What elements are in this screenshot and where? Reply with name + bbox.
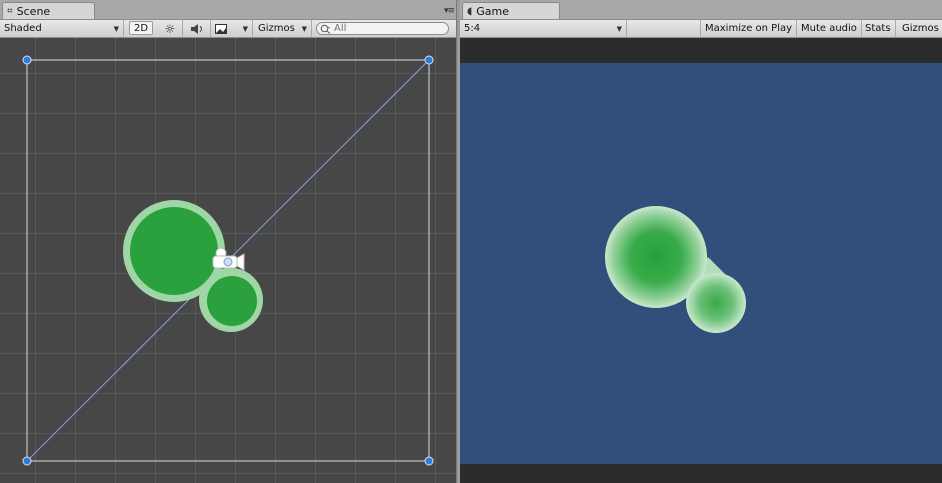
game-pacman-icon: ◖ <box>467 5 473 17</box>
speaker-icon <box>190 23 202 34</box>
mute-audio-label: Mute audio <box>801 23 857 34</box>
tab-scene[interactable]: ⌗ Scene <box>2 2 95 19</box>
lighting-toggle[interactable]: ☼ <box>158 20 183 37</box>
scene-search-box[interactable] <box>316 22 449 35</box>
scene-panel: ⌗ Scene ▾≡ Shaded ▼ 2D ☼ ▼ Gizmos ▼ <box>0 0 456 483</box>
rect-handle-top-left[interactable] <box>22 55 32 65</box>
blob-small-core <box>207 276 257 326</box>
game-render-area <box>460 63 942 464</box>
camera-gizmo-icon[interactable] <box>212 247 245 271</box>
tab-game-label: Game <box>476 4 510 18</box>
game-gizmos-label: Gizmos <box>902 23 939 34</box>
scene-tabbar: ⌗ Scene ▾≡ <box>0 0 456 20</box>
image-icon <box>215 23 227 34</box>
scene-viewport[interactable] <box>0 38 456 483</box>
panel-menu-icon[interactable]: ▾≡ <box>444 6 455 16</box>
scene-gizmos-label: Gizmos <box>258 23 295 34</box>
audio-toggle[interactable] <box>183 20 211 37</box>
scene-gizmos-dropdown[interactable]: Gizmos ▼ <box>254 20 312 37</box>
dropdown-arrow-icon: ▼ <box>616 24 622 33</box>
aspect-dropdown[interactable]: 5:4 ▼ <box>460 20 627 37</box>
tab-scene-label: Scene <box>16 4 51 18</box>
game-gizmos-button[interactable]: Gizmos <box>898 20 942 37</box>
game-viewport[interactable] <box>460 38 942 483</box>
aspect-value: 5:4 <box>464 23 481 34</box>
dropdown-arrow-icon: ▼ <box>113 24 119 33</box>
game-tabbar: ◖ Game <box>460 0 942 20</box>
stats-label: Stats <box>865 23 891 34</box>
shading-mode-dropdown[interactable]: Shaded ▼ <box>0 20 124 37</box>
maximize-on-play-button[interactable]: Maximize on Play <box>700 20 798 37</box>
mode-2d-button[interactable]: 2D <box>129 21 154 35</box>
stats-button[interactable]: Stats <box>861 20 896 37</box>
game-toolbar: 5:4 ▼ Maximize on Play Mute audio Stats … <box>460 20 942 38</box>
scene-search-input[interactable] <box>334 23 434 34</box>
rect-handle-top-right[interactable] <box>424 55 434 65</box>
mode-2d-label: 2D <box>134 22 149 34</box>
search-icon <box>320 24 331 34</box>
rect-handle-bottom-right[interactable] <box>424 456 434 466</box>
sun-icon: ☼ <box>164 21 176 36</box>
blob-large-core <box>130 207 218 295</box>
game-panel: ◖ Game 5:4 ▼ Maximize on Play Mute audio… <box>460 0 942 483</box>
rect-handle-bottom-left[interactable] <box>22 456 32 466</box>
scene-toolbar: Shaded ▼ 2D ☼ ▼ Gizmos ▼ <box>0 20 456 38</box>
game-render-svg <box>605 206 746 333</box>
effects-dropdown[interactable]: ▼ <box>211 20 253 37</box>
scene-grid-icon: ⌗ <box>7 5 13 17</box>
shading-mode-value: Shaded <box>4 23 42 34</box>
dropdown-arrow-icon: ▼ <box>242 24 248 33</box>
dropdown-arrow-icon: ▼ <box>301 24 307 33</box>
mute-audio-button[interactable]: Mute audio <box>797 20 862 37</box>
maximize-on-play-label: Maximize on Play <box>705 23 793 34</box>
scene-overlay <box>22 55 434 466</box>
tab-game[interactable]: ◖ Game <box>462 2 560 19</box>
game-blob-small <box>686 273 746 333</box>
